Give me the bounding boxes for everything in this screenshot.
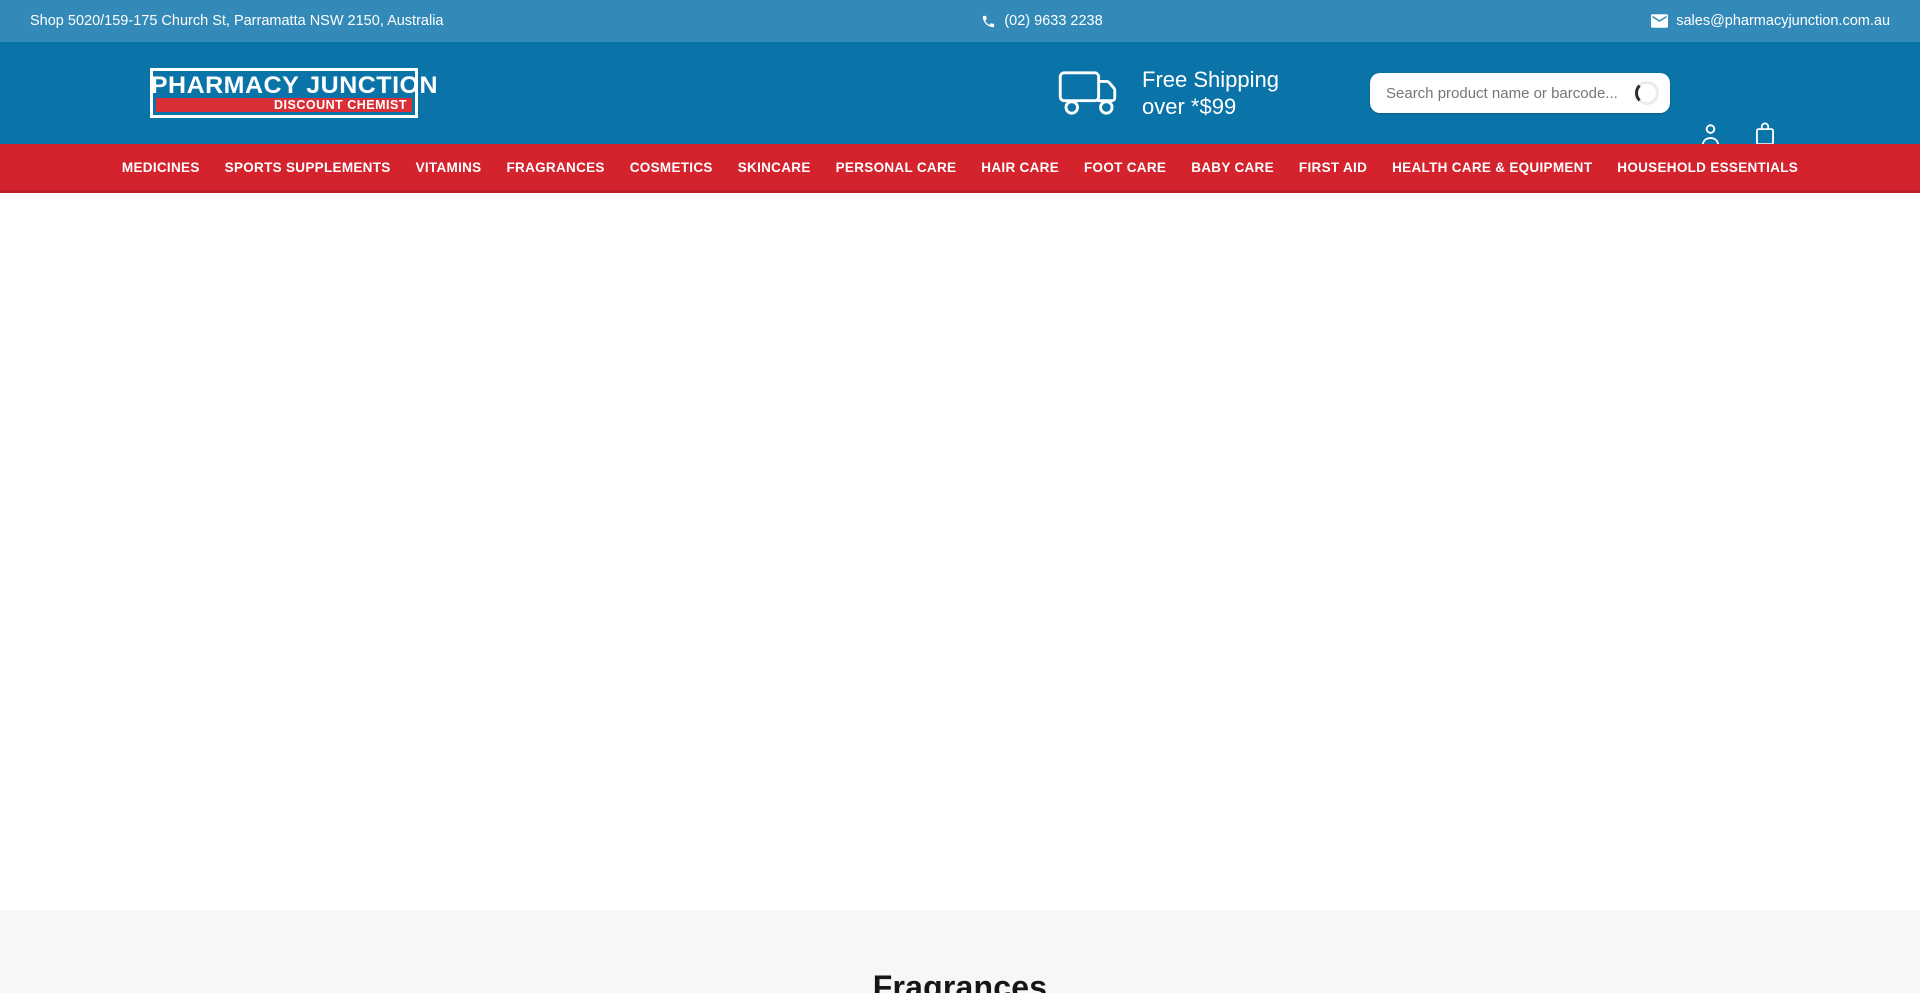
nav-item-foot-care[interactable]: FOOT CARE	[1084, 160, 1166, 175]
email-link[interactable]: sales@pharmacyjunction.com.au	[1651, 13, 1890, 29]
nav-item-household-essentials[interactable]: HOUSEHOLD ESSENTIALS	[1617, 160, 1798, 175]
nav-item-medicines[interactable]: MEDICINES	[122, 160, 200, 175]
search-input[interactable]	[1370, 73, 1670, 113]
truck-icon	[1058, 69, 1122, 117]
logo-subtitle: DISCOUNT CHEMIST	[274, 99, 407, 112]
header: PHARMACY JUNCTION DISCOUNT CHEMIST Free …	[0, 42, 1920, 144]
shipping-line1: Free Shipping	[1142, 66, 1279, 93]
nav-item-fragrances[interactable]: FRAGRANCES	[506, 160, 604, 175]
main-content	[0, 193, 1920, 910]
nav-item-vitamins[interactable]: VITAMINS	[416, 160, 482, 175]
logo[interactable]: PHARMACY JUNCTION DISCOUNT CHEMIST	[150, 68, 418, 118]
page: Shop 5020/159-175 Church St, Parramatta …	[0, 0, 1920, 993]
nav-item-cosmetics[interactable]: COSMETICS	[630, 160, 713, 175]
nav-item-skincare[interactable]: SKINCARE	[738, 160, 811, 175]
loading-spinner-icon	[1635, 81, 1659, 105]
page-title: Fragrances	[0, 969, 1920, 993]
envelope-icon	[1651, 14, 1668, 28]
free-shipping-banner: Free Shipping over *$99	[1058, 66, 1279, 120]
nav-item-sports-supplements[interactable]: SPORTS SUPPLEMENTS	[225, 160, 391, 175]
phone-number: (02) 9633 2238	[1004, 13, 1102, 29]
category-section: Fragrances	[0, 910, 1920, 993]
nav-item-personal-care[interactable]: PERSONAL CARE	[836, 160, 957, 175]
nav-item-first-aid[interactable]: FIRST AID	[1299, 160, 1367, 175]
logo-stripe: DISCOUNT CHEMIST	[156, 98, 412, 112]
logo-title: PHARMACY JUNCTION	[151, 74, 417, 98]
category-nav: MEDICINES SPORTS SUPPLEMENTS VITAMINS FR…	[0, 144, 1920, 193]
shipping-line2: over *$99	[1142, 93, 1279, 120]
topbar: Shop 5020/159-175 Church St, Parramatta …	[0, 0, 1920, 42]
nav-item-health-care-equipment[interactable]: HEALTH CARE & EQUIPMENT	[1392, 160, 1592, 175]
nav-item-hair-care[interactable]: HAIR CARE	[981, 160, 1059, 175]
nav-item-baby-care[interactable]: BABY CARE	[1191, 160, 1274, 175]
store-address: Shop 5020/159-175 Church St, Parramatta …	[30, 13, 899, 29]
phone-link[interactable]: (02) 9633 2238	[981, 13, 1102, 29]
email-address: sales@pharmacyjunction.com.au	[1676, 13, 1890, 29]
search-box	[1370, 73, 1670, 113]
phone-icon	[981, 14, 996, 29]
